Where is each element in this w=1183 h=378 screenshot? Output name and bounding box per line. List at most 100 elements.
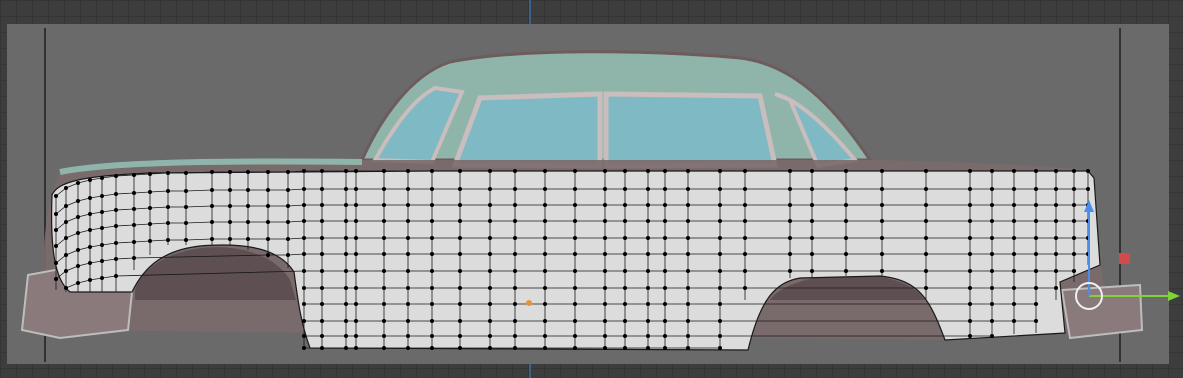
mesh-vertex[interactable] (210, 220, 214, 224)
mesh-vertex[interactable] (320, 203, 324, 207)
mesh-vertex[interactable] (513, 319, 517, 323)
mesh-vertex[interactable] (344, 203, 348, 207)
mesh-vertex[interactable] (513, 236, 517, 240)
mesh-vertex[interactable] (686, 302, 690, 306)
mesh-vertex[interactable] (54, 277, 58, 281)
mesh-vertex[interactable] (320, 187, 324, 191)
mesh-vertex[interactable] (646, 236, 650, 240)
mesh-vertex[interactable] (646, 334, 650, 338)
mesh-vertex[interactable] (603, 252, 607, 256)
mesh-vertex[interactable] (320, 219, 324, 223)
mesh-vertex[interactable] (573, 236, 577, 240)
mesh-vertex[interactable] (320, 346, 324, 350)
mesh-vertex[interactable] (990, 286, 994, 290)
mesh-vertex[interactable] (603, 203, 607, 207)
mesh-vertex[interactable] (100, 259, 104, 263)
mesh-vertex[interactable] (968, 252, 972, 256)
mesh-vertex[interactable] (64, 186, 68, 190)
mesh-vertex[interactable] (488, 302, 492, 306)
mesh-vertex[interactable] (286, 188, 290, 192)
mesh-vertex[interactable] (990, 219, 994, 223)
mesh-vertex[interactable] (1034, 302, 1038, 306)
mesh-vertex[interactable] (646, 346, 650, 350)
mesh-vertex[interactable] (54, 212, 58, 216)
mesh-vertex[interactable] (646, 187, 650, 191)
mesh-vertex[interactable] (132, 256, 136, 260)
mesh-vertex[interactable] (603, 187, 607, 191)
mesh-vertex[interactable] (64, 253, 68, 257)
mesh-vertex[interactable] (543, 219, 547, 223)
mesh-vertex[interactable] (844, 187, 848, 191)
mesh-vertex[interactable] (148, 190, 152, 194)
mesh-vertex[interactable] (382, 346, 386, 350)
mesh-vertex[interactable] (210, 170, 214, 174)
mesh-vertex[interactable] (573, 319, 577, 323)
mesh-vertex[interactable] (1034, 269, 1038, 273)
mesh-vertex[interactable] (54, 244, 58, 248)
mesh-vertex[interactable] (148, 222, 152, 226)
mesh-vertex[interactable] (488, 187, 492, 191)
mesh-vertex[interactable] (458, 346, 462, 350)
mesh-vertex[interactable] (64, 220, 68, 224)
mesh-vertex[interactable] (543, 269, 547, 273)
mesh-vertex[interactable] (844, 236, 848, 240)
mesh-vertex[interactable] (1012, 236, 1016, 240)
mesh-vertex[interactable] (266, 220, 270, 224)
mesh-vertex[interactable] (88, 228, 92, 232)
mesh-vertex[interactable] (646, 319, 650, 323)
mesh-vertex[interactable] (488, 346, 492, 350)
mesh-vertex[interactable] (513, 252, 517, 256)
mesh-vertex[interactable] (266, 237, 270, 241)
mesh-vertex[interactable] (344, 286, 348, 290)
mesh-vertex[interactable] (1086, 169, 1090, 173)
mesh-vertex[interactable] (100, 210, 104, 214)
mesh-vertex[interactable] (488, 334, 492, 338)
mesh-vertex[interactable] (623, 236, 627, 240)
mesh-vertex[interactable] (718, 319, 722, 323)
mesh-vertex[interactable] (266, 253, 270, 257)
mesh-vertex[interactable] (743, 252, 747, 256)
mesh-vertex[interactable] (1072, 169, 1076, 173)
mesh-vertex[interactable] (64, 286, 68, 290)
mesh-vertex[interactable] (1012, 302, 1016, 306)
mesh-vertex[interactable] (990, 252, 994, 256)
mesh-vertex[interactable] (54, 194, 58, 198)
mesh-vertex[interactable] (406, 269, 410, 273)
mesh-vertex[interactable] (1012, 286, 1016, 290)
mesh-vertex[interactable] (924, 187, 928, 191)
mesh-vertex[interactable] (132, 240, 136, 244)
mesh-vertex[interactable] (990, 319, 994, 323)
mesh-vertex[interactable] (302, 286, 306, 290)
mesh-vertex[interactable] (458, 334, 462, 338)
mesh-vertex[interactable] (76, 281, 80, 285)
mesh-vertex[interactable] (646, 252, 650, 256)
mesh-vertex[interactable] (100, 243, 104, 247)
mesh-vertex[interactable] (344, 187, 348, 191)
mesh-vertex[interactable] (1054, 286, 1058, 290)
mesh-vertex[interactable] (246, 188, 250, 192)
mesh-vertex[interactable] (1034, 236, 1038, 240)
mesh-vertex[interactable] (686, 169, 690, 173)
mesh-vertex[interactable] (968, 236, 972, 240)
mesh-vertex[interactable] (810, 236, 814, 240)
mesh-vertex[interactable] (686, 319, 690, 323)
mesh-vertex[interactable] (603, 334, 607, 338)
mesh-vertex[interactable] (458, 187, 462, 191)
mesh-vertex[interactable] (302, 236, 306, 240)
mesh-vertex[interactable] (286, 204, 290, 208)
mesh-vertex[interactable] (228, 204, 232, 208)
mesh-vertex[interactable] (430, 319, 434, 323)
mesh-vertex[interactable] (603, 286, 607, 290)
mesh-vertex[interactable] (246, 220, 250, 224)
mesh-vertex[interactable] (184, 221, 188, 225)
mesh-vertex[interactable] (88, 245, 92, 249)
mesh-vertex[interactable] (458, 252, 462, 256)
mesh-vertex[interactable] (646, 286, 650, 290)
mesh-vertex[interactable] (458, 319, 462, 323)
mesh-vertex[interactable] (302, 302, 306, 306)
mesh-vertex[interactable] (646, 302, 650, 306)
mesh-vertex[interactable] (623, 169, 627, 173)
mesh-vertex[interactable] (990, 169, 994, 173)
mesh-vertex[interactable] (382, 187, 386, 191)
mesh-vertex[interactable] (718, 169, 722, 173)
